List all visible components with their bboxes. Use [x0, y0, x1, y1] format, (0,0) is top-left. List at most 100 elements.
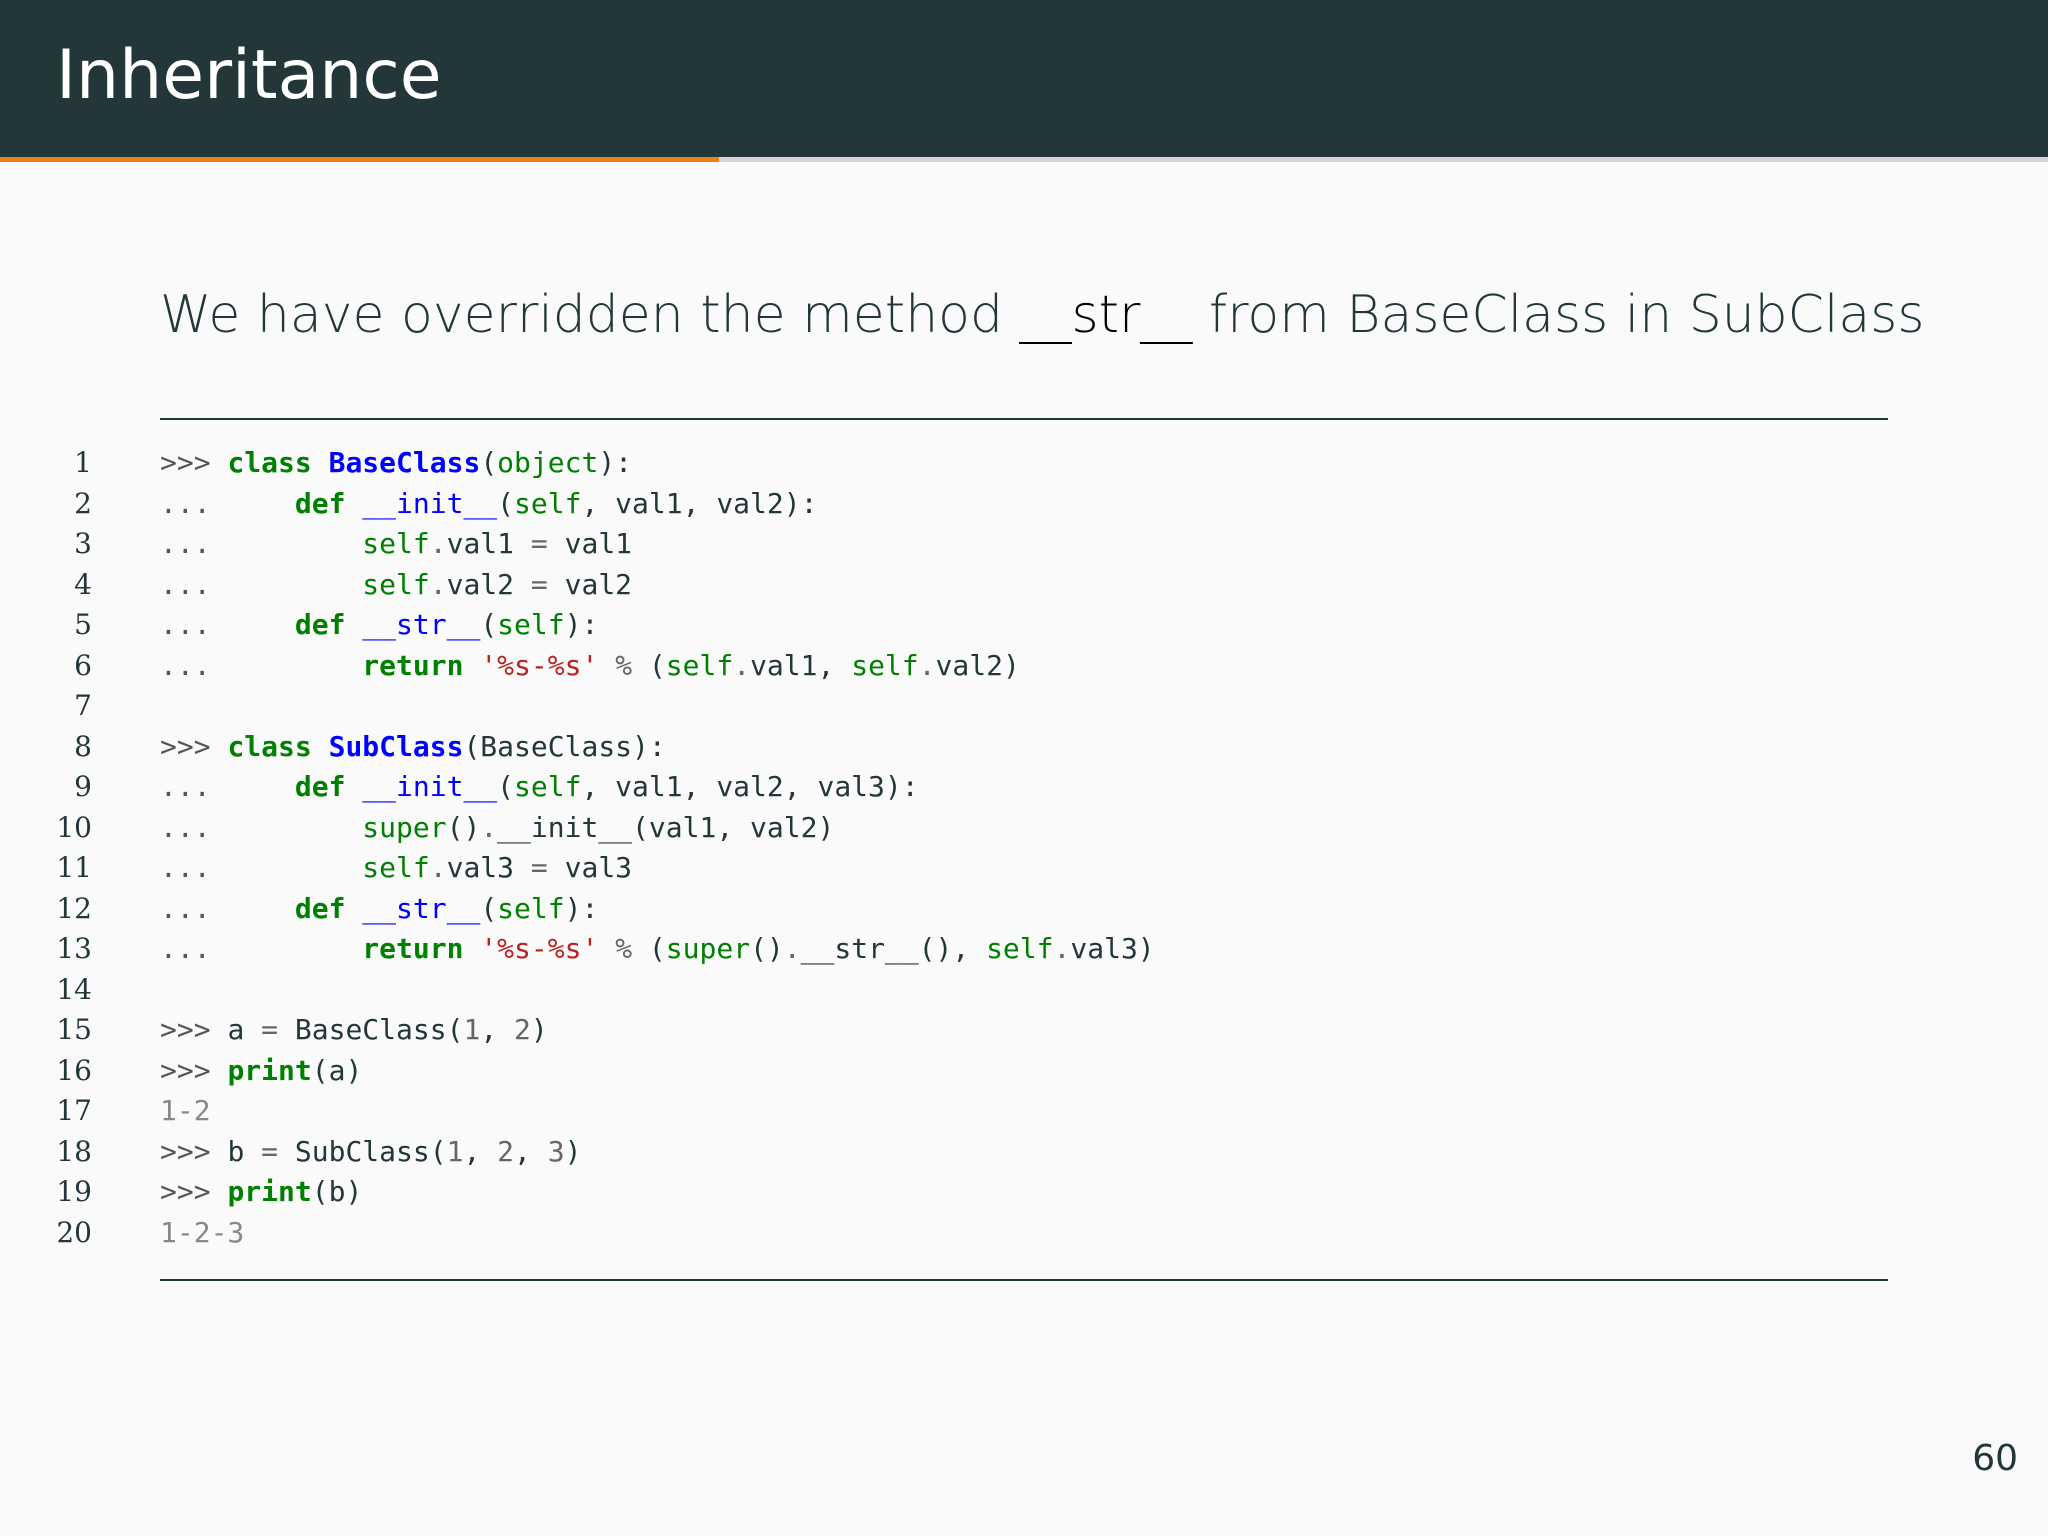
subtitle-text-before: We have overridden the method — [160, 285, 1020, 345]
code-token: 1 — [463, 1013, 481, 1046]
code-token: = — [530, 851, 548, 884]
slide-title: Inheritance — [56, 36, 442, 115]
code-text: ... def __str__(self): — [160, 605, 598, 646]
code-token: object — [497, 446, 599, 479]
code-text: 1-2 — [160, 1091, 211, 1132]
code-token: self — [851, 648, 919, 682]
code-token: ... — [160, 567, 363, 601]
code-token: = — [261, 1134, 279, 1168]
code-token: % — [615, 932, 633, 965]
code-token: self — [497, 891, 565, 925]
code-bottom-rule — [160, 1279, 1888, 1281]
code-token: ... — [160, 608, 295, 641]
line-number: 18 — [56, 1134, 92, 1168]
code-text: >>> class SubClass(BaseClass): — [160, 727, 666, 768]
code-token: class — [227, 729, 312, 763]
code-token: ): — [564, 891, 599, 925]
code-token: , val1, val2): — [581, 486, 818, 520]
code-token: def — [294, 486, 346, 520]
code-token: a — [227, 1013, 262, 1046]
code-token: (b) — [311, 1175, 363, 1208]
code-token: ) — [564, 1134, 582, 1168]
code-token: ( — [480, 891, 498, 925]
line-number: 13 — [56, 932, 92, 965]
code-token: . — [480, 810, 498, 844]
code-line: 12 ... def __str__(self): — [0, 889, 2048, 930]
code-token: ... — [160, 851, 363, 884]
line-number: 19 — [56, 1175, 92, 1208]
code-token: __init__(val1, val2) — [497, 810, 835, 844]
code-top-rule — [160, 418, 1888, 420]
progress-bar — [0, 157, 2048, 162]
code-token: def — [294, 891, 346, 925]
code-token: val1, — [750, 648, 852, 682]
line-number: 5 — [74, 608, 92, 641]
code-line: 18 >>> b = SubClass(1, 2, 3) — [0, 1132, 2048, 1173]
code-token: __str__ — [362, 891, 481, 925]
code-token: super — [665, 932, 751, 965]
code-token: ) — [530, 1013, 548, 1046]
code-token: , val1, val2, val3): — [581, 770, 919, 803]
code-token: () — [750, 932, 784, 965]
code-listing: 1 >>> class BaseClass(object): 2... def __… — [0, 443, 2048, 1253]
code-token: (a) — [311, 1053, 363, 1087]
code-token: >>> — [160, 729, 228, 763]
code-token: >>> — [160, 1134, 228, 1168]
code-token: 2 — [514, 1013, 531, 1046]
code-token: ... — [160, 932, 363, 965]
code-token: val3) — [1070, 932, 1155, 965]
code-line: 16 >>> print(a) — [0, 1051, 2048, 1092]
code-text: >>> class BaseClass(object): — [160, 443, 632, 484]
code-text: >>> print(b) — [160, 1172, 362, 1213]
line-number: 10 — [56, 810, 92, 844]
code-text: ... def __init__(self, val1, val2, val3)… — [160, 767, 919, 808]
code-line: 9 ... def __init__(self, val1, val2, val3… — [0, 767, 2048, 808]
progress-bar-fill — [0, 157, 719, 162]
code-token: . — [429, 851, 447, 884]
line-number: 17 — [56, 1094, 92, 1127]
code-line: 17 1-2 — [0, 1091, 2048, 1132]
code-token: 1-2 — [160, 1094, 211, 1127]
code-text: ... super().__init__(val1, val2) — [160, 808, 834, 849]
code-token: val3 — [446, 851, 531, 884]
code-text: ... def __init__(self, val1, val2): — [160, 484, 817, 525]
code-token: self — [986, 932, 1054, 965]
code-token: class — [227, 446, 312, 479]
code-text: >>> b = SubClass(1, 2, 3) — [160, 1132, 581, 1173]
line-number: 11 — [56, 851, 92, 884]
code-line: 3... self.val1 = val1 — [0, 524, 2048, 565]
code-token: __str__ — [362, 608, 481, 641]
code-text: ... def __str__(self): — [160, 889, 598, 930]
code-token: val2 — [547, 567, 633, 601]
code-token: ... — [160, 648, 363, 682]
code-token: . — [429, 567, 447, 601]
code-text: ... self.val3 = val3 — [160, 848, 632, 889]
code-token: ): — [564, 608, 599, 641]
code-token: 2 — [497, 1134, 515, 1168]
code-token: self — [514, 770, 582, 803]
code-token: val2) — [935, 648, 1020, 682]
code-text: ... return '%s-%s' % (self.val1, self.va… — [160, 646, 1020, 687]
code-token: 1 — [446, 1134, 464, 1168]
code-token: self — [362, 851, 430, 884]
line-number: 7 — [74, 689, 92, 722]
code-token: self — [497, 608, 565, 641]
line-number: 14 — [56, 972, 92, 1006]
line-number: 15 — [56, 1013, 92, 1046]
code-token: val3 — [547, 851, 633, 884]
code-token: __init__ — [362, 770, 498, 803]
code-token: self — [514, 486, 582, 520]
code-token: 1-2-3 — [160, 1215, 245, 1249]
line-number: 9 — [74, 770, 92, 803]
code-token: 3 — [547, 1134, 565, 1168]
code-token: >>> — [160, 1053, 228, 1087]
code-token: . — [1053, 932, 1071, 965]
line-number: 12 — [56, 891, 92, 925]
